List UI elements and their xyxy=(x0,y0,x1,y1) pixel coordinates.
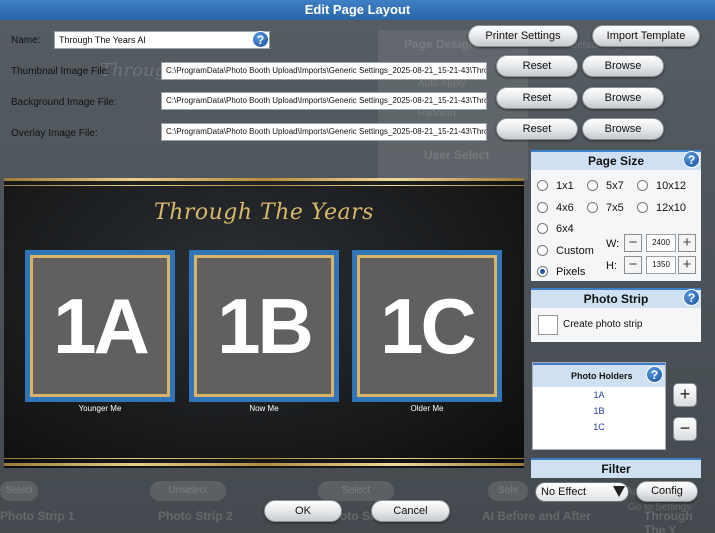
holder-label: 1B xyxy=(194,255,334,397)
import-template-button[interactable]: Import Template xyxy=(592,25,700,47)
page-size-option[interactable]: Custom xyxy=(537,245,594,257)
filter-title: Filter xyxy=(601,462,631,476)
overlay-browse-button[interactable]: Browse xyxy=(582,118,664,140)
filter-select[interactable]: No Effect xyxy=(535,482,629,502)
background-reset-button[interactable]: Reset xyxy=(496,87,578,109)
radio-icon xyxy=(537,202,548,213)
width-decrement-button[interactable]: − xyxy=(624,234,642,252)
name-field[interactable]: Through The Years AI xyxy=(54,31,270,49)
help-icon[interactable]: ? xyxy=(683,151,700,168)
thumbnail-browse-button[interactable]: Browse xyxy=(582,55,664,77)
page-size-option[interactable]: 7x5 xyxy=(587,202,624,214)
preview-title: Through The Years xyxy=(154,200,374,225)
holder-caption: Younger Me xyxy=(78,404,122,413)
photo-holders-items: 1A 1B 1C xyxy=(533,387,665,435)
page-size-option[interactable]: 12x10 xyxy=(637,202,686,214)
config-button[interactable]: Config xyxy=(636,481,698,502)
page-size-option[interactable]: 10x12 xyxy=(637,180,686,192)
list-item[interactable]: 1B xyxy=(533,403,665,419)
filter-header: Filter xyxy=(531,458,701,478)
width-label: W: xyxy=(606,238,620,250)
holder-caption: Now Me xyxy=(249,404,279,413)
radio-icon xyxy=(537,180,548,191)
chevron-down-icon xyxy=(613,486,625,497)
photo-strip-title: Photo Strip xyxy=(583,292,649,306)
thumbnail-reset-button[interactable]: Reset xyxy=(496,55,578,77)
overlay-image-label: Overlay Image File: xyxy=(11,128,98,139)
photo-holder-1c[interactable]: 1C xyxy=(352,250,502,402)
help-icon[interactable]: ? xyxy=(683,289,700,306)
height-input[interactable]: 1350 xyxy=(646,256,676,274)
photo-holder-1b[interactable]: 1B xyxy=(189,250,339,402)
holder-label: 1C xyxy=(357,255,497,397)
gold-border-bottom xyxy=(4,463,524,466)
radio-icon xyxy=(537,245,548,256)
holder-label: 1A xyxy=(30,255,170,397)
radio-icon xyxy=(637,180,648,191)
background-image-field[interactable]: C:\ProgramData\Photo Booth Upload\Import… xyxy=(161,92,487,110)
thumbnail-image-field[interactable]: C:\ProgramData\Photo Booth Upload\Import… xyxy=(161,62,487,80)
background-image-label: Background Image File: xyxy=(11,97,117,108)
height-label: H: xyxy=(606,260,617,272)
list-item[interactable]: 1C xyxy=(533,419,665,435)
page-size-option[interactable]: 4x6 xyxy=(537,202,574,214)
list-item[interactable]: 1A xyxy=(533,387,665,403)
background-browse-button[interactable]: Browse xyxy=(582,87,664,109)
gold-border-bottom-inner xyxy=(4,458,524,459)
page-size-title: Page Size xyxy=(587,154,645,168)
photo-strip-header: Photo Strip xyxy=(531,288,701,308)
photo-holder-1a[interactable]: 1A xyxy=(25,250,175,402)
photo-strip-checkbox[interactable] xyxy=(538,315,558,335)
radio-icon xyxy=(637,202,648,213)
photo-strip-checkbox-label: Create photo strip xyxy=(563,319,643,330)
page-size-option[interactable]: 6x4 xyxy=(537,223,574,235)
overlay-reset-button[interactable]: Reset xyxy=(496,118,578,140)
radio-icon xyxy=(587,180,598,191)
printer-settings-button[interactable]: Printer Settings xyxy=(468,25,578,47)
gold-border-top-inner xyxy=(4,185,524,186)
page-size-option[interactable]: 5x7 xyxy=(587,180,624,192)
height-increment-button[interactable]: + xyxy=(678,256,696,274)
add-holder-button[interactable]: + xyxy=(673,383,697,407)
remove-holder-button[interactable]: − xyxy=(673,417,697,441)
radio-icon xyxy=(587,202,598,213)
overlay-image-field[interactable]: C:\ProgramData\Photo Booth Upload\Import… xyxy=(161,123,487,141)
page-size-option[interactable]: 1x1 xyxy=(537,180,574,192)
page-size-option-selected[interactable]: Pixels xyxy=(537,266,585,278)
holder-caption: Older Me xyxy=(410,404,444,413)
filter-selected-value: No Effect xyxy=(541,486,587,498)
width-increment-button[interactable]: + xyxy=(678,234,696,252)
thumbnail-image-label: Thumbnail Image File: xyxy=(11,66,110,77)
page-size-header: Page Size xyxy=(531,150,701,170)
cancel-button[interactable]: Cancel xyxy=(371,500,450,522)
radio-selected-icon xyxy=(537,266,548,277)
gold-border-top xyxy=(4,178,524,181)
help-icon[interactable]: ? xyxy=(252,31,269,48)
height-decrement-button[interactable]: − xyxy=(624,256,642,274)
layout-preview[interactable]: Through The Years 1A 1B 1C Younger Me No… xyxy=(4,178,524,468)
width-input[interactable]: 2400 xyxy=(646,234,676,252)
dialog-title: Edit Page Layout xyxy=(0,0,715,20)
name-label: Name: xyxy=(11,35,41,46)
radio-icon xyxy=(537,223,548,234)
help-icon[interactable]: ? xyxy=(646,366,663,383)
ok-button[interactable]: OK xyxy=(264,500,342,522)
